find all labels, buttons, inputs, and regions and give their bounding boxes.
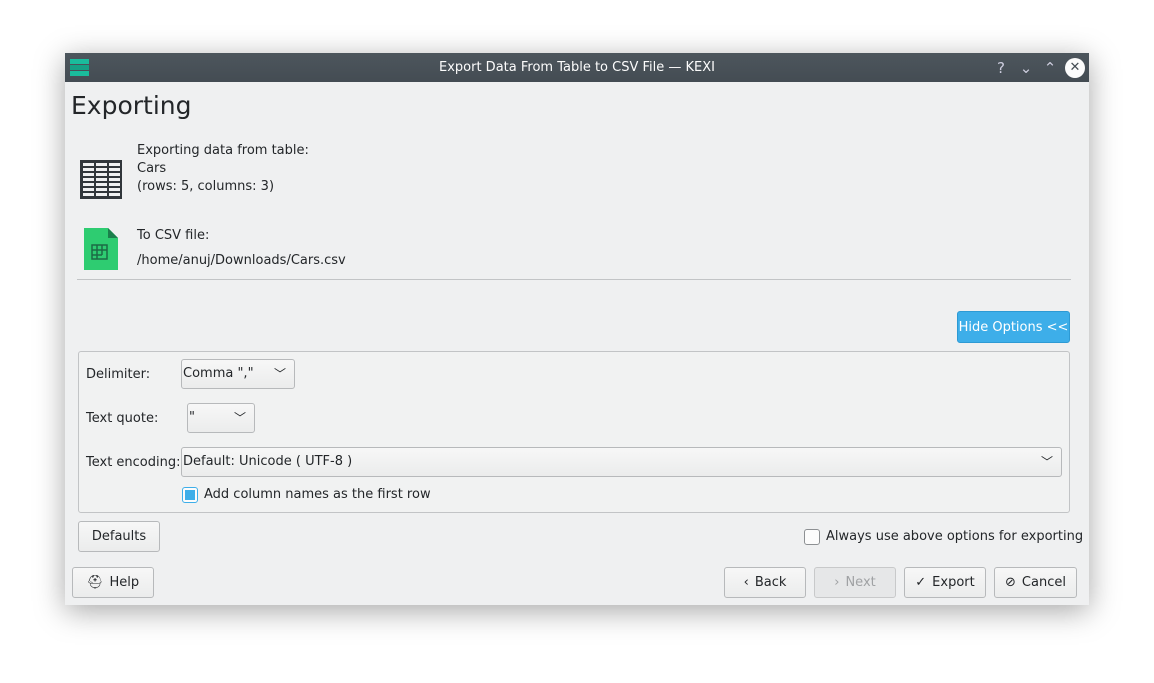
delimiter-label: Delimiter: (86, 367, 151, 382)
source-table-name: Cars (137, 161, 167, 176)
text-encoding-select[interactable]: Default: Unicode ( UTF-8 ) ﹀ (181, 447, 1062, 477)
chevron-down-icon: ﹀ (1040, 455, 1053, 469)
export-button-label: Export (932, 575, 975, 590)
close-icon[interactable]: ✕ (1065, 58, 1085, 78)
delimiter-value: Comma "," (183, 366, 254, 381)
minimize-icon[interactable]: ⌄ (1016, 58, 1036, 78)
back-button-label: Back (754, 575, 787, 590)
help-button[interactable]: ⛑ Help (72, 567, 154, 598)
options-group: Delimiter: Comma "," ﹀ Text quote: " ﹀ Tex… (78, 351, 1070, 513)
chevron-down-icon: ﹀ (273, 367, 286, 381)
text-quote-label: Text quote: (86, 411, 159, 426)
chevron-down-icon: ﹀ (233, 411, 246, 425)
cancel-icon: ⊘ (1005, 575, 1016, 590)
text-quote-value: " (189, 410, 195, 425)
source-label: Exporting data from table: (137, 143, 309, 158)
delimiter-select[interactable]: Comma "," ﹀ (181, 359, 295, 389)
title-bar[interactable]: Export Data From Table to CSV File — KEX… (65, 53, 1089, 82)
export-dialog: Export Data From Table to CSV File — KEX… (65, 53, 1089, 605)
text-quote-select[interactable]: " ﹀ (187, 403, 255, 433)
lifebuoy-icon: ⛑ (86, 575, 104, 590)
add-column-names-checkbox[interactable] (182, 487, 198, 503)
source-table-info: (rows: 5, columns: 3) (137, 179, 275, 194)
help-icon[interactable]: ? (991, 58, 1011, 78)
cancel-button-label: Cancel (1021, 575, 1066, 590)
window-title: Export Data From Table to CSV File — KEX… (439, 60, 715, 75)
csv-file-icon (84, 228, 118, 270)
chevron-right-icon: › (834, 575, 840, 590)
target-label: To CSV file: (137, 228, 210, 243)
cancel-button[interactable]: ⊘ Cancel (994, 567, 1077, 598)
always-use-checkbox[interactable] (804, 529, 820, 545)
export-button[interactable]: ✓ Export (904, 567, 986, 598)
add-column-names-label[interactable]: Add column names as the first row (204, 487, 431, 502)
always-use-label[interactable]: Always use above options for exporting (826, 529, 1083, 544)
text-encoding-label: Text encoding: (86, 455, 181, 470)
text-encoding-value: Default: Unicode ( UTF-8 ) (183, 454, 353, 469)
target-path: /home/anuj/Downloads/Cars.csv (137, 253, 346, 268)
page-title: Exporting (71, 91, 192, 120)
back-button[interactable]: ‹ Back (724, 567, 806, 598)
checkmark-icon: ✓ (915, 575, 927, 590)
next-button[interactable]: › Next (814, 567, 896, 598)
divider (77, 279, 1071, 280)
table-icon (80, 160, 122, 199)
help-button-label: Help (109, 575, 140, 590)
next-button-label: Next (845, 575, 876, 590)
maximize-icon[interactable]: ⌃ (1040, 58, 1060, 78)
chevron-left-icon: ‹ (743, 575, 749, 590)
defaults-button[interactable]: Defaults (78, 521, 160, 552)
hide-options-button[interactable]: Hide Options << (957, 311, 1070, 343)
